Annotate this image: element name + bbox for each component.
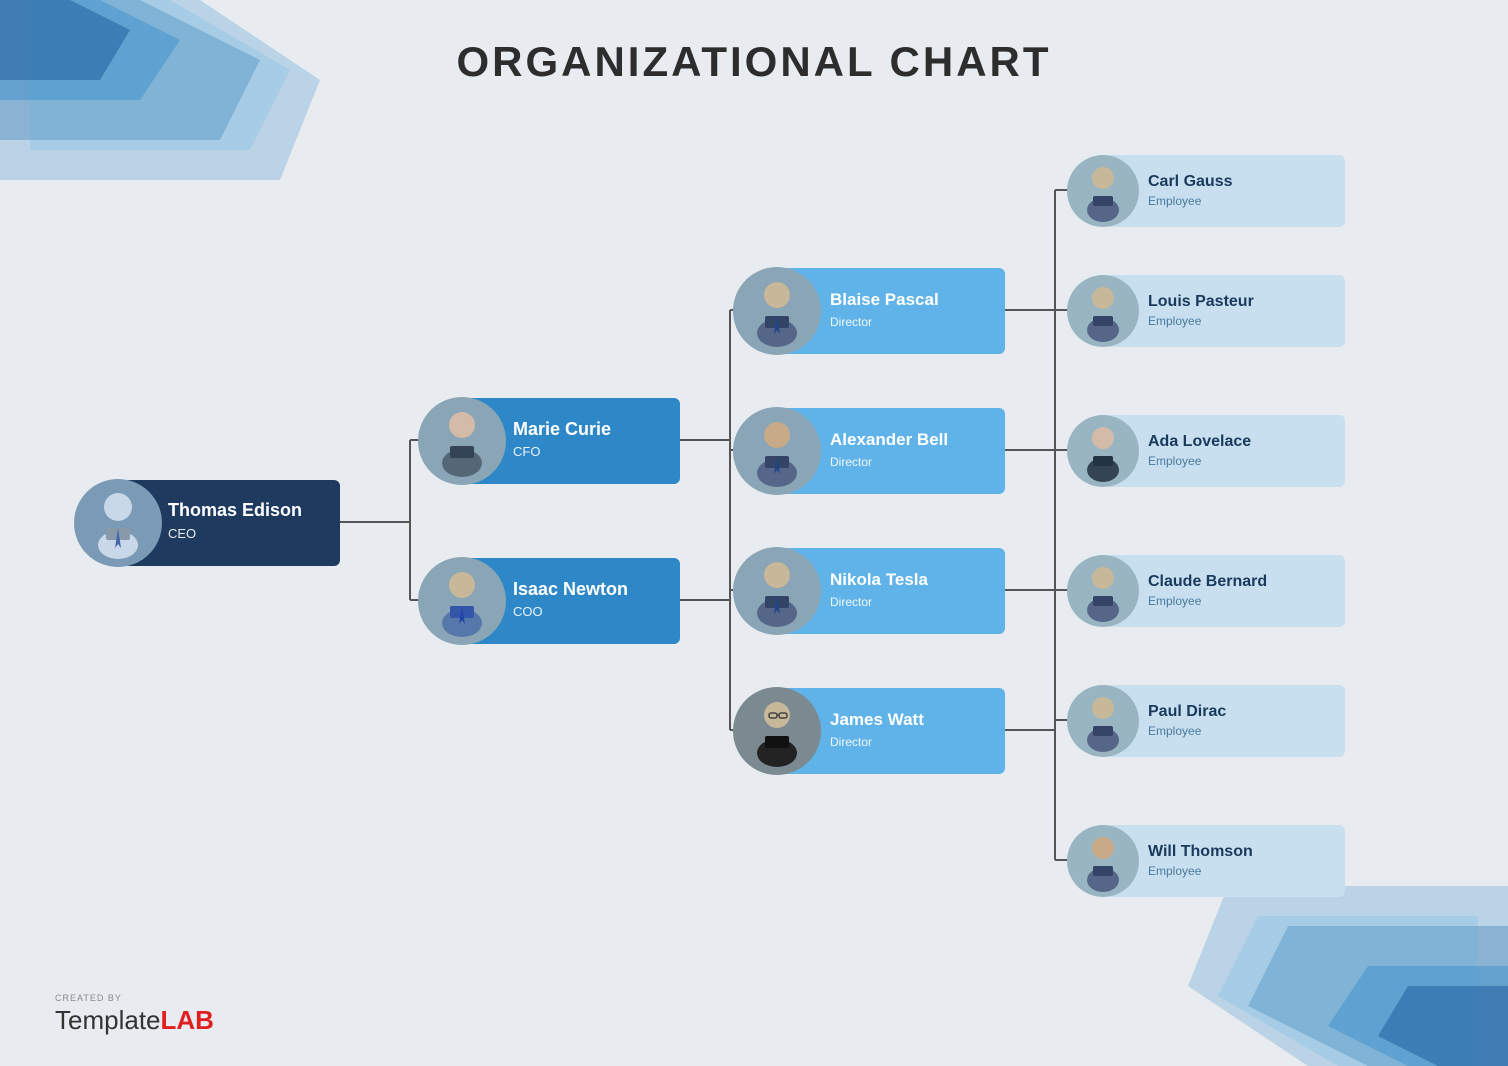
nikola-tesla-role: Director: [830, 595, 872, 609]
claude-bernard-role: Employee: [1148, 594, 1202, 608]
logo: CREATED BY TemplateLAB: [55, 993, 214, 1036]
marie-curie-role: CFO: [513, 444, 540, 459]
logo-lab: LAB: [161, 1005, 214, 1035]
will-thomson-role: Employee: [1148, 864, 1202, 878]
nikola-tesla-name: Nikola Tesla: [830, 570, 928, 589]
logo-brand: TemplateLAB: [55, 1005, 214, 1036]
james-watt-name: James Watt: [830, 710, 924, 729]
blaise-pascal-role: Director: [830, 315, 872, 329]
logo-template: Template: [55, 1005, 161, 1035]
logo-created-by: CREATED BY: [55, 993, 214, 1003]
louis-pasteur-role: Employee: [1148, 314, 1202, 328]
louis-pasteur-name: Louis Pasteur: [1148, 293, 1254, 310]
carl-gauss-name: Carl Gauss: [1148, 173, 1233, 190]
alexander-bell-role: Director: [830, 455, 872, 469]
paul-dirac-role: Employee: [1148, 724, 1202, 738]
isaac-newton-name: Isaac Newton: [513, 579, 628, 599]
org-chart-svg: Thomas Edison CEO Marie Curie CFO Isaac …: [0, 0, 1508, 1066]
blaise-pascal-name: Blaise Pascal: [830, 290, 939, 309]
marie-curie-name: Marie Curie: [513, 419, 611, 439]
claude-bernard-name: Claude Bernard: [1148, 573, 1267, 590]
ceo-name: Thomas Edison: [168, 500, 302, 520]
ada-lovelace-name: Ada Lovelace: [1148, 433, 1251, 450]
alexander-bell-name: Alexander Bell: [830, 430, 948, 449]
will-thomson-name: Will Thomson: [1148, 843, 1253, 860]
carl-gauss-role: Employee: [1148, 194, 1202, 208]
ada-lovelace-role: Employee: [1148, 454, 1202, 468]
paul-dirac-name: Paul Dirac: [1148, 703, 1226, 720]
james-watt-role: Director: [830, 735, 872, 749]
isaac-newton-role: COO: [513, 604, 543, 619]
ceo-role: CEO: [168, 526, 196, 541]
